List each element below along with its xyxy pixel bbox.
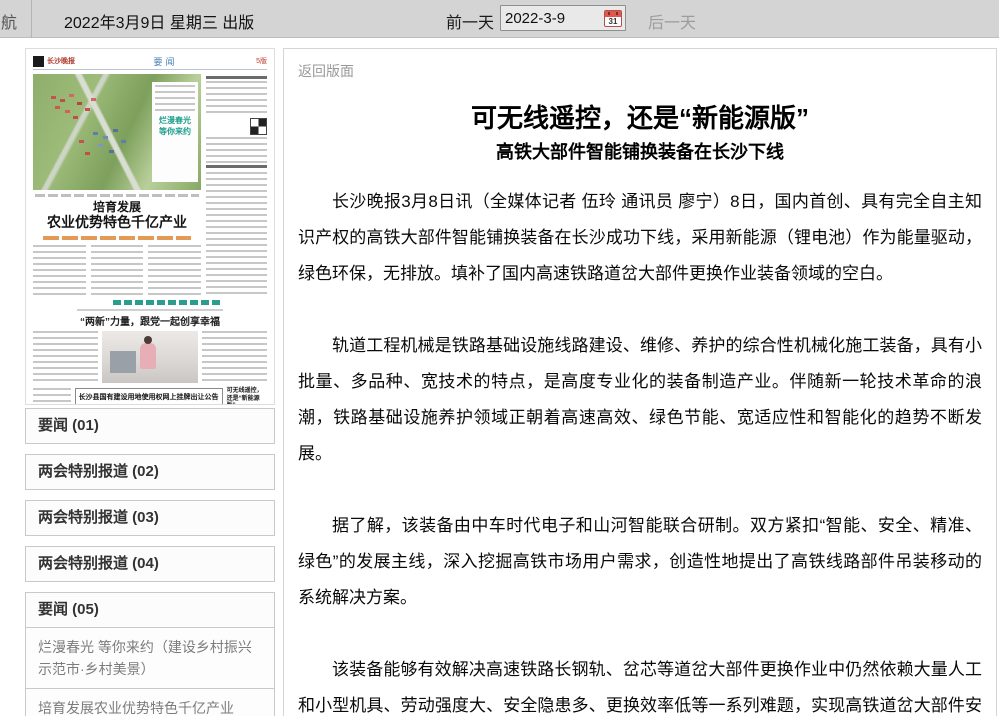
article-title: 可无线遥控，还是“新能源版” xyxy=(298,103,982,134)
photo-caption-line xyxy=(35,194,199,197)
thumb-page-number: 5版 xyxy=(256,56,267,66)
topbar-divider xyxy=(31,0,32,38)
paper-name: 长沙晚报 xyxy=(47,56,75,66)
section-item-03[interactable]: 两会特别报道 (03) xyxy=(25,500,275,536)
qr-code xyxy=(250,118,267,135)
thumb-bottom-section: 长沙县国有建设用地使用权网上挂牌出让公告 可无线遥控，还是“新能源版” xyxy=(33,388,267,405)
date-picker[interactable]: 31 xyxy=(500,5,626,31)
top-bar: 航 2022年3月9日 星期三 出版 前一天 31 后一天 xyxy=(0,0,999,38)
thumb-right-column xyxy=(206,74,267,295)
thumb-masthead: 长沙晚报 要闻 5版 xyxy=(33,55,267,70)
article-subtitle: 高铁大部件智能铺换装备在长沙下线 xyxy=(298,138,982,164)
thumb-small-headline: 可无线遥控，还是“新能源版” xyxy=(227,388,267,405)
aerial-photo: 烂漫春光 等你来约 xyxy=(33,74,201,190)
thumb-mid-section: “两新”力量，跟党一起创享幸福 xyxy=(33,309,267,383)
article-paragraph: 长沙晚报3月8日讯（全媒体记者 伍玲 通讯员 廖宁）8日，国内首创、具有完全自主… xyxy=(298,184,982,292)
nav-partial-label: 航 xyxy=(1,9,17,33)
thumb-text-columns xyxy=(33,245,201,295)
thumb-top-section: 烂漫春光 等你来约 培育发展 农业优势特色千亿产业 xyxy=(33,74,267,295)
notice-table xyxy=(79,404,219,405)
article-paragraph: 轨道工程机械是铁路基础设施线路建设、维修、养护的综合性机械化施工装备，具有小批量… xyxy=(298,328,982,472)
thumb-mid-headline: “两新”力量，跟党一起创享幸福 xyxy=(33,313,267,328)
photo-overlay-text: 烂漫春光 等你来约 xyxy=(155,116,195,138)
back-to-page-link[interactable]: 返回版面 xyxy=(298,61,354,81)
next-day-link[interactable]: 后一天 xyxy=(648,9,696,33)
paper-logo-icon xyxy=(33,56,44,67)
article-panel: 返回版面 可无线遥控，还是“新能源版” 高铁大部件智能铺换装备在长沙下线 长沙晚… xyxy=(283,48,997,716)
worker-photo xyxy=(102,331,198,383)
village-roofs xyxy=(51,96,56,99)
article-body: 长沙晚报3月8日讯（全媒体记者 伍玲 通讯员 廖宁）8日，国内首创、具有完全自主… xyxy=(298,184,982,716)
section-item-02[interactable]: 两会特别报道 (02) xyxy=(25,454,275,490)
thumb-headline: 培育发展 农业优势特色千亿产业 xyxy=(33,200,201,232)
prev-day-link[interactable]: 前一天 xyxy=(446,9,494,33)
article-paragraph: 该装备能够有效解决高速铁路长钢轨、岔芯等道岔大部件更换作业中仍然依赖大量人工和小… xyxy=(298,652,982,716)
page-thumbnail[interactable]: 长沙晚报 要闻 5版 烂漫春光 等你来约 培育发展 农业优势特色千亿产业 xyxy=(25,48,275,405)
publish-date-label: 2022年3月9日 星期三 出版 xyxy=(64,9,254,33)
article-link-2[interactable]: 培育发展农业优势特色千亿产业 xyxy=(25,689,275,716)
date-input[interactable] xyxy=(501,10,604,27)
thumb-section-label: 要闻 xyxy=(75,55,256,68)
thumb-subheadline-line xyxy=(43,236,191,240)
calendar-icon[interactable]: 31 xyxy=(604,10,622,27)
article-paragraph: 据了解，该装备由中车时代电子和山河智能联合研制。双方紧扣“智能、安全、精准、绿色… xyxy=(298,508,982,616)
land-notice-box: 长沙县国有建设用地使用权网上挂牌出让公告 xyxy=(75,388,223,405)
thumb-teal-banner xyxy=(113,300,221,305)
section-item-01[interactable]: 要闻 (01) xyxy=(25,408,275,444)
article-link-1[interactable]: 烂漫春光 等你来约（建设乡村振兴示范市·乡村美景） xyxy=(25,628,275,689)
section-item-04[interactable]: 两会特别报道 (04) xyxy=(25,546,275,582)
section-item-05[interactable]: 要闻 (05) xyxy=(25,592,275,628)
section-list: 要闻 (01) 两会特别报道 (02) 两会特别报道 (03) 两会特别报道 (… xyxy=(25,408,275,716)
photo-side-panel: 烂漫春光 等你来约 xyxy=(152,82,198,182)
